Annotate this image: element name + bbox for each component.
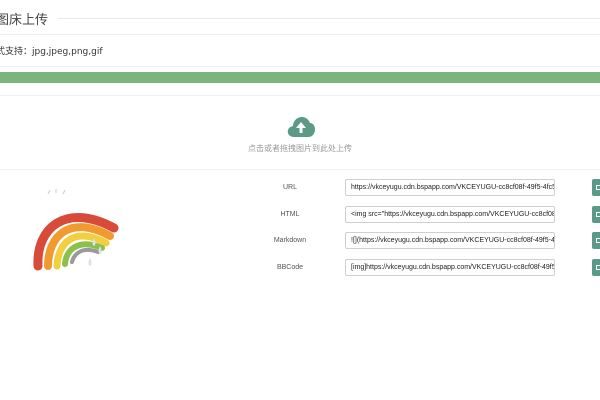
- link-label: Markdown: [273, 237, 307, 244]
- link-label: BBCode: [276, 264, 304, 271]
- link-label: URL: [282, 184, 297, 191]
- copy-markdown-button[interactable]: [592, 232, 600, 249]
- divider: [0, 66, 600, 67]
- dropzone-hint: 点击或者拖拽图片到此处上传: [248, 144, 352, 153]
- title-divider: [58, 18, 600, 19]
- link-label: HTML: [280, 211, 300, 218]
- link-row-url: URL https://vkceyugu.cdn.bspapp.com/VKCE…: [0, 179, 600, 199]
- link-row-markdown: Markdown ![](https://vkceyugu.cdn.bspapp…: [0, 232, 600, 252]
- html-link-field[interactable]: <img src="https://vkceyugu.cdn.bspapp.co…: [345, 206, 555, 223]
- bbcode-link-field[interactable]: [img]https://vkceyugu.cdn.bspapp.com/VKC…: [345, 259, 555, 276]
- copy-html-button[interactable]: [592, 206, 600, 223]
- page-title: 图床上传: [0, 13, 49, 28]
- url-link-field[interactable]: https://vkceyugu.cdn.bspapp.com/VKCEYUGU…: [345, 179, 555, 196]
- link-row-html: HTML <img src="https://vkceyugu.cdn.bspa…: [0, 206, 600, 226]
- copy-url-button[interactable]: [592, 179, 600, 196]
- markdown-link-field[interactable]: ![](https://vkceyugu.cdn.bspapp.com/VKCE…: [345, 232, 555, 249]
- page-header: 图床上传: [0, 0, 600, 34]
- upload-dropzone[interactable]: 点击或者拖拽图片到此处上传: [0, 95, 600, 170]
- divider: [0, 34, 600, 35]
- supported-formats-text: 式支持：jpg,jpeg,png,gif: [0, 47, 103, 57]
- link-row-bbcode: BBCode [img]https://vkceyugu.cdn.bspapp.…: [0, 259, 600, 279]
- upload-progress-fill: [0, 72, 600, 83]
- upload-progress-bar: [0, 72, 600, 83]
- copy-bbcode-button[interactable]: [592, 259, 600, 276]
- cloud-upload-icon: [287, 117, 315, 137]
